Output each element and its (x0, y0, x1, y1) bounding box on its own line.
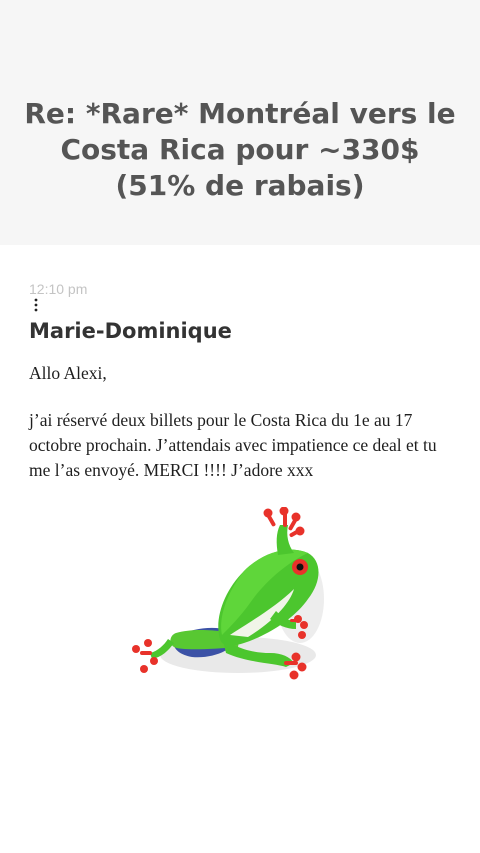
subject-header: Re: *Rare* Montréal vers le Costa Rica p… (0, 0, 480, 245)
vertical-ellipsis-icon[interactable] (31, 298, 41, 312)
red-eyed-tree-frog-image (132, 507, 324, 680)
email-subject: Re: *Rare* Montréal vers le Costa Rica p… (24, 97, 456, 202)
email-screen: Re: *Rare* Montréal vers le Costa Rica p… (0, 0, 480, 853)
message-timestamp: 12:10 pm (29, 281, 88, 297)
email-message: 12:10 pm Marie-Dominique Allo Alexi, j’a… (0, 245, 480, 853)
message-body: Allo Alexi, j’ai réservé deux billets po… (29, 361, 459, 483)
message-greeting: Allo Alexi, (29, 363, 107, 383)
sender-name: Marie-Dominique (29, 319, 232, 343)
message-paragraph: j’ai réservé deux billets pour le Costa … (29, 410, 437, 480)
